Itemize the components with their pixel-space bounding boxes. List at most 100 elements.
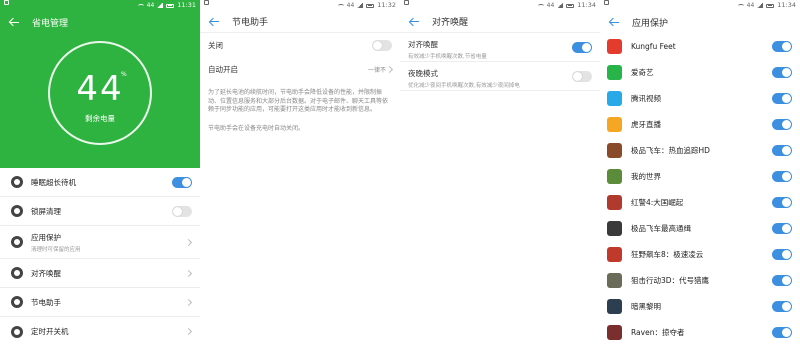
signal-label: 44 — [146, 2, 155, 9]
status-bar: 44 11:32 — [200, 0, 400, 11]
app-protect-toggle[interactable] — [772, 170, 792, 182]
app-row[interactable]: 暗黑黎明 — [600, 293, 800, 319]
setting-row-scheduled-power[interactable]: 定时开关机 — [0, 317, 200, 346]
app-name: 我的世界 — [631, 171, 661, 181]
back-arrow-icon[interactable] — [408, 16, 420, 28]
chevron-right-icon — [385, 65, 394, 73]
battery-icon — [766, 3, 775, 8]
app-row[interactable]: 狙击行动3D：代号猎鹰 — [600, 267, 800, 293]
app-row[interactable]: 腾讯视频 — [600, 85, 800, 111]
app-row[interactable]: 我的世界 — [600, 163, 800, 189]
back-arrow-icon[interactable] — [8, 16, 20, 28]
setting-desc: 优化减少夜间手机唤醒次数,有效减少夜间掉电 — [408, 83, 520, 89]
sleep-standby-toggle[interactable] — [172, 177, 192, 188]
setting-row-lockscreen-clean[interactable]: 锁屏清理 — [0, 197, 200, 226]
app-protect-toggle[interactable] — [772, 40, 792, 52]
auto-on-row[interactable]: 自动开启 一律不 — [200, 57, 400, 81]
auto-on-label: 自动开启 — [208, 64, 238, 74]
battery-header: 44 11:31 省电管理 44 % 剩余电量 — [0, 0, 200, 168]
app-row[interactable]: 爱奇艺 — [600, 59, 800, 85]
header: 应用保护 — [600, 11, 800, 33]
notification-icon — [604, 0, 609, 5]
power-saver-toggle[interactable] — [372, 39, 392, 51]
sleep-icon — [11, 176, 23, 188]
app-protect-toggle[interactable] — [772, 326, 792, 338]
setting-label: 定时开关机 — [31, 327, 69, 336]
app-row[interactable]: Kungfu Feet — [600, 33, 800, 59]
screen-power-management: 44 11:31 省电管理 44 % 剩余电量 睡眠超长待机 锁屏清理 应用保护… — [0, 0, 200, 355]
wifi-icon — [537, 3, 544, 8]
chevron-right-icon — [184, 269, 193, 277]
battery-saver-icon — [11, 296, 23, 308]
app-protect-toggle[interactable] — [772, 248, 792, 260]
notification-icon — [204, 0, 209, 5]
header: 省电管理 — [0, 11, 200, 33]
dark-dawn-icon — [607, 298, 622, 314]
page-title: 节电助手 — [232, 18, 269, 28]
signal-icon — [157, 3, 164, 8]
app-protect-toggle[interactable] — [772, 92, 792, 104]
setting-row-power-saver[interactable]: 节电助手 — [0, 288, 200, 317]
signal-label: 44 — [346, 2, 355, 9]
app-row[interactable]: 极品飞车：热血追踪HD — [600, 137, 800, 163]
setting-label: 节电助手 — [31, 297, 61, 307]
screen-align-wakeup: 44 11:34 对齐唤醒 对齐唤醒 有效减少手机唤醒次数,节省电量 夜晚模式 … — [400, 0, 600, 355]
setting-label: 对齐唤醒 — [31, 268, 61, 278]
app-protect-toggle[interactable] — [772, 144, 792, 156]
app-name: Raven：掠夺者 — [631, 327, 685, 337]
signal-label: 44 — [746, 2, 755, 9]
app-name: 狙击行动3D：代号猎鹰 — [631, 275, 710, 285]
app-row[interactable]: 狂野飙车8：极速凌云 — [600, 241, 800, 267]
need-for-speed-hd-icon — [607, 142, 622, 158]
note: 节电助手会在设备充电时自动关闭。 — [208, 124, 305, 132]
screen-app-protection: 44 11:34 应用保护 Kungfu Feet 爱奇艺 腾讯视频 虎牙直播 极品飞车… — [600, 0, 800, 355]
lock-icon — [11, 205, 23, 217]
night-mode-row[interactable]: 夜晚模式 优化减少夜间手机唤醒次数,有效减少夜间掉电 — [400, 62, 600, 91]
back-arrow-icon[interactable] — [208, 16, 220, 28]
page-title: 对齐唤醒 — [432, 18, 469, 28]
app-protect-toggle[interactable] — [772, 274, 792, 286]
header: 节电助手 — [200, 11, 400, 33]
lockscreen-clean-toggle[interactable] — [172, 206, 192, 217]
setting-row-sleep-standby[interactable]: 睡眠超长待机 — [0, 168, 200, 197]
app-row[interactable]: 红警4:大国崛起 — [600, 189, 800, 215]
app-protect-toggle[interactable] — [772, 300, 792, 312]
signal-icon — [557, 3, 564, 8]
header: 对齐唤醒 — [400, 11, 600, 33]
status-bar: 44 11:34 — [400, 0, 600, 11]
align-wakeup-row[interactable]: 对齐唤醒 有效减少手机唤醒次数,节省电量 — [400, 33, 600, 62]
setting-row-app-protection[interactable]: 应用保护 清理时可保留的应用 — [0, 226, 200, 259]
back-arrow-icon[interactable] — [608, 16, 620, 28]
app-protect-toggle[interactable] — [772, 196, 792, 208]
setting-row-align-wakeup[interactable]: 对齐唤醒 — [0, 259, 200, 288]
wifi-icon — [337, 3, 344, 8]
app-row[interactable]: 虎牙直播 — [600, 111, 800, 137]
setting-label: 夜晚模式 — [408, 69, 438, 78]
signal-icon — [757, 3, 764, 8]
kungfu-feet-icon — [607, 38, 622, 54]
app-row[interactable]: Raven：掠夺者 — [600, 319, 800, 345]
app-name: 极品飞车最高通缉 — [631, 223, 691, 233]
chevron-right-icon — [184, 238, 193, 246]
chevron-right-icon — [184, 327, 193, 336]
description: 为了延长电池的续航时间，节电助手会降低设备的性能，并限制振动、位置信息服务和大部… — [208, 89, 389, 113]
alarm-icon — [11, 267, 23, 279]
battery-ring: 44 % 剩余电量 — [48, 41, 152, 145]
app-protect-toggle[interactable] — [772, 222, 792, 234]
screen-power-saver: 44 11:32 节电助手 关闭 自动开启 一律不 为了延长电池的续航时间，节电… — [200, 0, 400, 355]
app-row[interactable]: 极品飞车最高通缉 — [600, 215, 800, 241]
setting-label: 锁屏清理 — [31, 206, 61, 216]
wifi-icon — [737, 3, 744, 8]
app-protect-toggle[interactable] — [772, 66, 792, 78]
app-name: 极品飞车：热血追踪HD — [631, 145, 710, 155]
status-time: 11:32 — [377, 1, 396, 9]
setting-sub: 清理时可保留的应用 — [31, 246, 81, 253]
night-mode-toggle[interactable] — [572, 71, 592, 82]
clock-icon — [11, 325, 23, 338]
power-saver-switch-row[interactable]: 关闭 — [200, 33, 400, 57]
align-wakeup-toggle[interactable] — [572, 42, 592, 53]
page-title: 应用保护 — [632, 18, 669, 29]
app-protect-toggle[interactable] — [772, 118, 792, 130]
setting-label: 应用保护 — [31, 232, 61, 242]
asphalt-8-icon — [607, 246, 622, 262]
